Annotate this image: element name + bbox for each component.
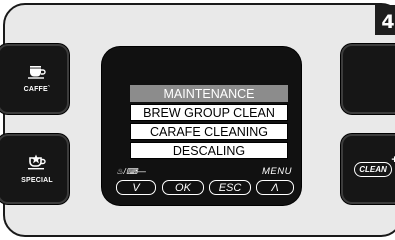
page-number-badge: 4 — [375, 5, 395, 35]
menu-item-descaling[interactable]: DESCALING — [130, 142, 288, 159]
menu-item-brew-group-clean[interactable]: BREW GROUP CLEAN — [130, 104, 288, 121]
caffe-label: CAFFE` — [23, 86, 51, 93]
right-top-button[interactable] — [341, 44, 395, 114]
caffe-button[interactable]: CAFFE` — [0, 44, 69, 114]
ok-button[interactable]: OK — [162, 180, 204, 195]
up-button[interactable]: Λ — [256, 180, 294, 195]
menu-item-carafe-cleaning[interactable]: CARAFE CLEANING — [130, 123, 288, 140]
plus-icon: + — [391, 153, 395, 166]
clean-icon: CLEAN + — [354, 154, 395, 177]
menu-hint: MENU — [262, 166, 292, 177]
clean-label: CLEAN — [359, 164, 387, 174]
maintenance-menu: MAINTENANCE BREW GROUP CLEAN CARAFE CLEA… — [130, 85, 288, 161]
special-label: SPECIAL — [21, 177, 53, 184]
clean-button[interactable]: CLEAN + — [341, 134, 395, 204]
nav-buttons: V OK ESC Λ — [116, 180, 294, 195]
control-panel: 4 CAFFE` SPECIAL CLEAN + MAINTENANCE BRE… — [0, 3, 395, 237]
coffee-cup-icon — [27, 65, 47, 84]
down-button[interactable]: V — [116, 180, 156, 195]
nav-hints: ♨/⌨— MENU — [116, 166, 292, 179]
esc-button[interactable]: ESC — [209, 180, 251, 195]
water-setting-hint: ♨/⌨— — [116, 167, 147, 176]
star-cup-icon — [27, 154, 47, 175]
special-button[interactable]: SPECIAL — [0, 134, 69, 204]
display-screen: MAINTENANCE BREW GROUP CLEAN CARAFE CLEA… — [102, 47, 301, 205]
menu-title: MAINTENANCE — [130, 85, 288, 102]
